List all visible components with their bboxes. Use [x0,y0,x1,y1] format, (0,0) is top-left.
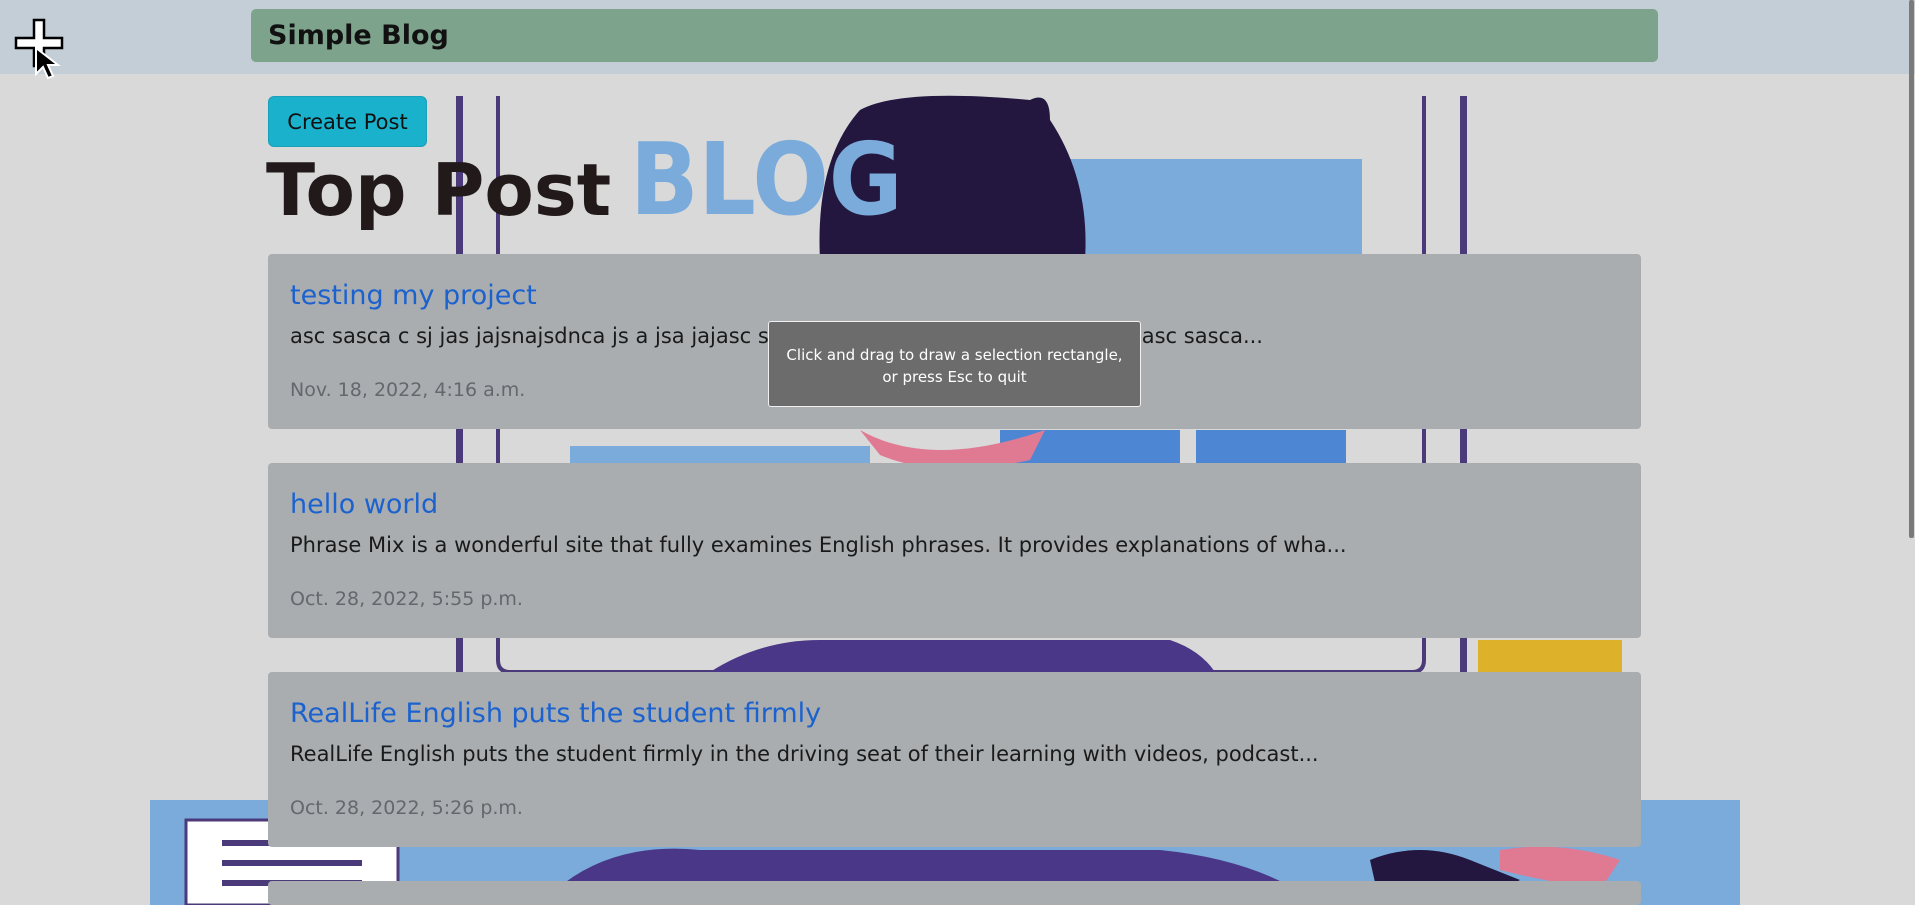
post-date: Oct. 28, 2022, 5:55 p.m. [290,588,523,610]
post-card [268,881,1641,905]
navbar: Simple Blog [251,9,1658,62]
post-date: Oct. 28, 2022, 5:26 p.m. [290,797,523,819]
brand-link[interactable]: Simple Blog [268,20,449,51]
post-card: RealLife English puts the student firmly… [268,672,1641,847]
blog-logo-text: BLOG [630,121,903,238]
post-excerpt: Phrase Mix is a wonderful site that full… [290,533,1347,557]
scrollbar-thumb[interactable] [1909,0,1914,538]
selection-hint-tooltip: Click and drag to draw a selection recta… [768,321,1141,407]
hint-line: Click and drag to draw a selection recta… [786,346,1123,364]
post-title-link[interactable]: RealLife English puts the student firmly [290,697,1619,731]
page-title: Top Post [266,148,612,232]
crosshair-cursor-icon [14,18,64,80]
post-title-link[interactable]: hello world [290,488,1619,522]
post-title-link[interactable]: testing my project [290,279,1619,313]
create-post-button[interactable]: Create Post [268,96,427,147]
post-card: hello world Phrase Mix is a wonderful si… [268,463,1641,638]
post-excerpt: RealLife English puts the student firmly… [290,742,1319,766]
hint-line: or press Esc to quit [882,368,1027,386]
